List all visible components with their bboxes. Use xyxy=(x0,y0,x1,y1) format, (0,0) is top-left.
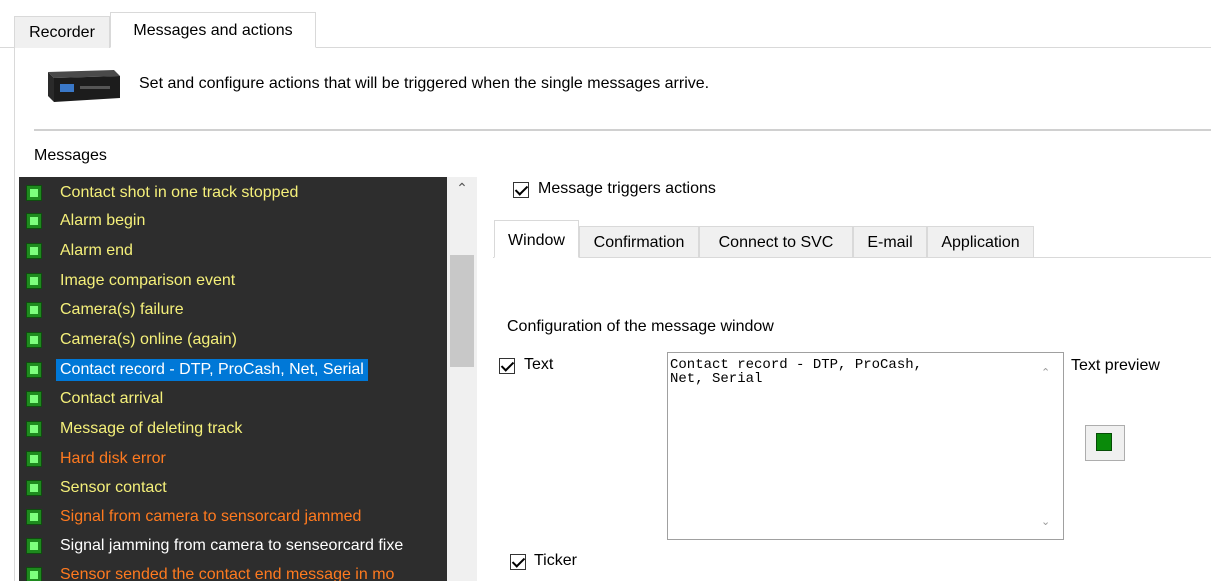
list-item[interactable]: Camera(s) online (again) xyxy=(19,327,459,356)
message-status-icon xyxy=(26,273,42,289)
list-item-label: Contact record - DTP, ProCash, Net, Seri… xyxy=(56,359,368,381)
list-item[interactable]: Sensor contact xyxy=(19,475,459,504)
ticker-checkbox-label: Ticker xyxy=(534,552,577,569)
message-status-icon xyxy=(26,332,42,348)
list-item[interactable]: Alarm end xyxy=(19,238,459,267)
panel-border xyxy=(14,48,15,581)
messages-scrollbar[interactable] xyxy=(447,177,477,581)
message-status-icon xyxy=(26,451,42,467)
list-item[interactable]: Camera(s) failure xyxy=(19,297,459,326)
green-square-icon xyxy=(1096,433,1112,451)
tab-application[interactable]: Application xyxy=(927,226,1034,257)
message-status-icon xyxy=(26,421,42,437)
list-item-label: Contact shot in one track stopped xyxy=(60,184,299,201)
message-triggers-checkbox[interactable] xyxy=(513,182,529,198)
list-item-label: Alarm end xyxy=(60,242,133,259)
tab-recorder[interactable]: Recorder xyxy=(14,16,110,48)
textarea-scroll-down-icon[interactable]: ⌄ xyxy=(1041,515,1050,528)
list-item[interactable]: Alarm begin xyxy=(19,208,459,237)
message-status-icon xyxy=(26,480,42,496)
tab-window[interactable]: Window xyxy=(494,220,579,258)
config-title: Configuration of the message window xyxy=(507,318,774,335)
list-item[interactable]: Hard disk error xyxy=(19,446,459,475)
list-item[interactable]: Contact record - DTP, ProCash, Net, Seri… xyxy=(19,357,459,386)
list-item-label: Image comparison event xyxy=(60,272,236,289)
list-item-label: Alarm begin xyxy=(60,212,146,229)
messages-list[interactable]: Contact shot in one track stopped Alarm b… xyxy=(19,177,477,581)
scrollbar-thumb[interactable] xyxy=(450,255,474,367)
textarea-scroll-up-icon[interactable]: ⌃ xyxy=(1041,366,1050,379)
text-preview-label: Text preview xyxy=(1071,357,1160,374)
list-item-label: Sensor sended the contact end message in… xyxy=(60,566,395,581)
list-item-label: Sensor contact xyxy=(60,479,167,496)
list-item-label: Signal jamming from camera to senseorcar… xyxy=(60,537,404,554)
message-status-icon xyxy=(26,567,42,581)
list-item[interactable]: Signal from camera to sensorcard jammed xyxy=(19,504,459,533)
list-item-label: Camera(s) failure xyxy=(60,301,184,318)
list-item-label: Signal from camera to sensorcard jammed xyxy=(60,508,362,525)
recorder-device-icon xyxy=(38,64,122,108)
list-item[interactable]: Contact shot in one track stopped xyxy=(19,180,459,209)
list-item-label: Hard disk error xyxy=(60,450,166,467)
tab-connect-to-svc[interactable]: Connect to SVC xyxy=(699,226,853,257)
list-item-label: Contact arrival xyxy=(60,390,164,407)
list-item[interactable]: Sensor sended the contact end message in… xyxy=(19,562,459,581)
text-checkbox-label: Text xyxy=(524,356,554,373)
tab-messages-and-actions[interactable]: Messages and actions xyxy=(110,12,316,48)
message-status-icon xyxy=(26,509,42,525)
message-status-icon xyxy=(26,391,42,407)
list-item[interactable]: Message of deleting track xyxy=(19,416,459,445)
list-item[interactable]: Signal jamming from camera to senseorcar… xyxy=(19,533,459,562)
page-description: Set and configure actions that will be t… xyxy=(139,75,710,92)
tab-confirmation[interactable]: Confirmation xyxy=(579,226,699,257)
scroll-up-icon[interactable]: ⌃ xyxy=(447,180,477,204)
messages-label: Messages xyxy=(34,147,107,164)
message-text-value: Contact record - DTP, ProCash, Net, Seri… xyxy=(670,357,923,387)
list-item[interactable]: Contact arrival xyxy=(19,386,459,415)
message-status-icon xyxy=(26,243,42,259)
tab-email[interactable]: E-mail xyxy=(853,226,927,257)
message-status-icon xyxy=(26,538,42,554)
ticker-checkbox[interactable] xyxy=(510,554,526,570)
header-separator xyxy=(34,129,1211,131)
message-status-icon xyxy=(26,362,42,378)
message-status-icon xyxy=(26,185,42,201)
list-item-label: Camera(s) online (again) xyxy=(60,331,237,348)
message-status-icon xyxy=(26,213,42,229)
text-checkbox[interactable] xyxy=(499,358,515,374)
message-triggers-label: Message triggers actions xyxy=(538,180,716,197)
list-item[interactable]: Image comparison event xyxy=(19,268,459,297)
message-status-icon xyxy=(26,302,42,318)
list-item-label: Message of deleting track xyxy=(60,420,243,437)
